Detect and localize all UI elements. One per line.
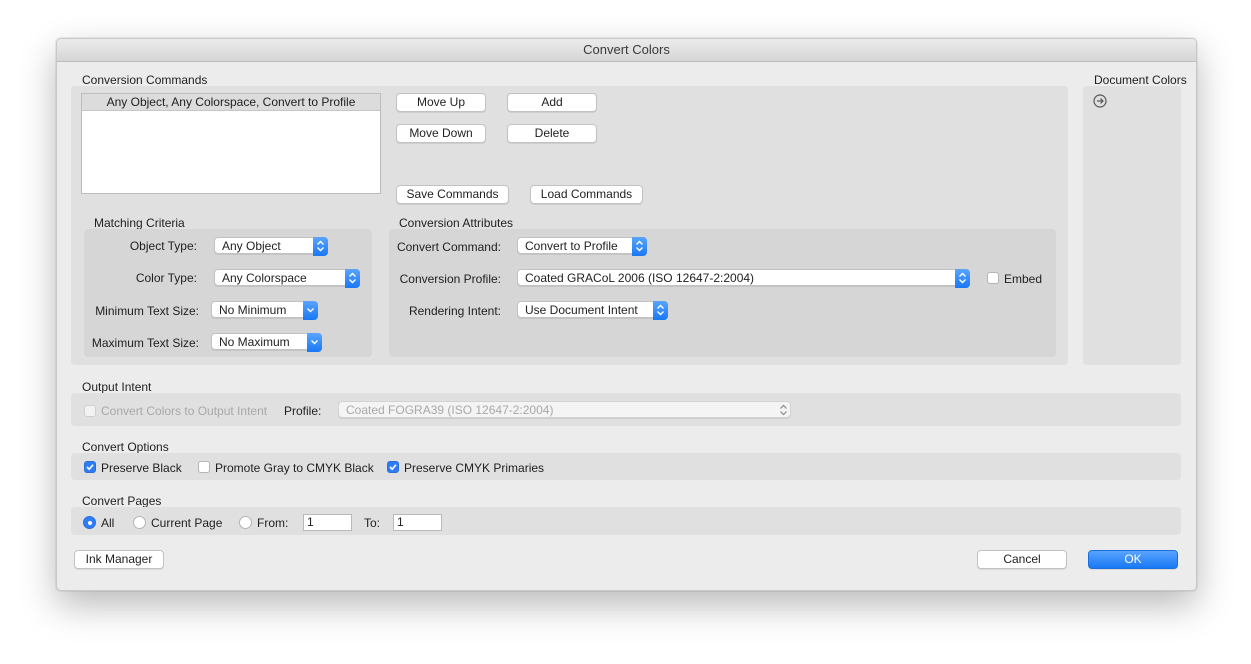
page-range-radio[interactable] — [239, 516, 252, 529]
maximum-text-size-select[interactable]: No Maximum — [211, 333, 322, 352]
preserve-black-label: Preserve Black — [101, 461, 182, 475]
to-label: To: — [364, 516, 381, 530]
rendering-intent-value: Use Document Intent — [525, 303, 638, 317]
minimum-text-size-value: No Minimum — [219, 303, 287, 317]
maximum-text-size-value: No Maximum — [219, 335, 290, 349]
checkmark-icon — [389, 464, 397, 471]
convert-colors-dialog: Convert Colors Conversion Commands Any O… — [56, 38, 1197, 591]
promote-gray-checkbox[interactable] — [198, 461, 210, 473]
rendering-intent-select[interactable]: Use Document Intent — [517, 301, 668, 320]
to-page-input[interactable]: 1 — [393, 514, 442, 531]
chevron-updown-icon — [345, 269, 360, 288]
object-type-value: Any Object — [222, 239, 281, 253]
conversion-profile-label: Conversion Profile: — [399, 272, 501, 286]
output-profile-label: Profile: — [284, 404, 322, 418]
convert-command-label: Convert Command: — [396, 240, 501, 254]
checkmark-icon — [86, 464, 94, 471]
chevron-updown-icon — [632, 237, 647, 256]
output-profile-value: Coated FOGRA39 (ISO 12647-2:2004) — [346, 403, 554, 417]
convert-options-heading: Convert Options — [82, 440, 169, 454]
preserve-cmyk-primaries-label: Preserve CMYK Primaries — [404, 461, 545, 475]
all-pages-radio[interactable] — [83, 516, 96, 529]
add-button[interactable]: Add — [507, 93, 597, 112]
document-colors-panel — [1083, 86, 1181, 365]
from-label: From: — [257, 516, 289, 530]
color-type-select[interactable]: Any Colorspace — [214, 269, 360, 288]
move-up-button[interactable]: Move Up — [396, 93, 486, 112]
color-type-value: Any Colorspace — [222, 271, 307, 285]
convert-command-select[interactable]: Convert to Profile — [517, 237, 647, 256]
arrow-right-circle-icon[interactable] — [1093, 94, 1107, 111]
conversion-commands-heading: Conversion Commands — [82, 73, 208, 87]
chevron-updown-icon — [776, 401, 791, 420]
conversion-attributes-heading: Conversion Attributes — [399, 216, 514, 230]
embed-checkbox[interactable] — [987, 272, 999, 284]
commands-list[interactable]: Any Object, Any Colorspace, Convert to P… — [81, 93, 381, 194]
ink-manager-button[interactable]: Ink Manager — [74, 550, 164, 569]
ok-button[interactable]: OK — [1088, 550, 1178, 569]
convert-to-output-intent-checkbox[interactable] — [84, 405, 96, 417]
all-pages-label: All — [101, 516, 115, 530]
commands-list-item[interactable]: Any Object, Any Colorspace, Convert to P… — [82, 94, 380, 111]
color-type-label: Color Type: — [135, 271, 197, 285]
current-page-radio[interactable] — [133, 516, 146, 529]
chevron-updown-icon — [313, 237, 328, 256]
conversion-profile-select[interactable]: Coated GRACoL 2006 (ISO 12647-2:2004) — [517, 269, 970, 288]
matching-criteria-heading: Matching Criteria — [94, 216, 185, 230]
current-page-label: Current Page — [151, 516, 223, 530]
load-commands-button[interactable]: Load Commands — [530, 185, 643, 204]
object-type-select[interactable]: Any Object — [214, 237, 328, 256]
rendering-intent-label: Rendering Intent: — [408, 304, 501, 318]
document-colors-heading: Document Colors — [1094, 73, 1187, 87]
promote-gray-label: Promote Gray to CMYK Black — [215, 461, 374, 475]
convert-command-value: Convert to Profile — [525, 239, 618, 253]
conversion-profile-value: Coated GRACoL 2006 (ISO 12647-2:2004) — [525, 271, 755, 285]
output-intent-heading: Output Intent — [82, 380, 152, 394]
maximum-text-size-label: Maximum Text Size: — [91, 336, 199, 350]
preserve-black-checkbox[interactable] — [84, 461, 96, 473]
object-type-label: Object Type: — [129, 239, 197, 253]
delete-button[interactable]: Delete — [507, 124, 597, 143]
window-title: Convert Colors — [57, 39, 1196, 62]
chevron-updown-icon — [955, 269, 970, 288]
from-page-input[interactable]: 1 — [303, 514, 352, 531]
convert-pages-panel — [71, 507, 1181, 535]
save-commands-button[interactable]: Save Commands — [396, 185, 509, 204]
convert-to-output-intent-label: Convert Colors to Output Intent — [101, 404, 268, 418]
convert-pages-heading: Convert Pages — [82, 494, 162, 508]
minimum-text-size-label: Minimum Text Size: — [95, 304, 199, 318]
output-profile-select[interactable]: Coated FOGRA39 (ISO 12647-2:2004) — [338, 401, 791, 418]
preserve-cmyk-primaries-checkbox[interactable] — [387, 461, 399, 473]
chevron-down-icon — [303, 301, 318, 320]
chevron-down-icon — [307, 333, 322, 352]
move-down-button[interactable]: Move Down — [396, 124, 486, 143]
minimum-text-size-select[interactable]: No Minimum — [211, 301, 318, 320]
embed-label: Embed — [1004, 272, 1043, 286]
chevron-updown-icon — [653, 301, 668, 320]
cancel-button[interactable]: Cancel — [977, 550, 1067, 569]
